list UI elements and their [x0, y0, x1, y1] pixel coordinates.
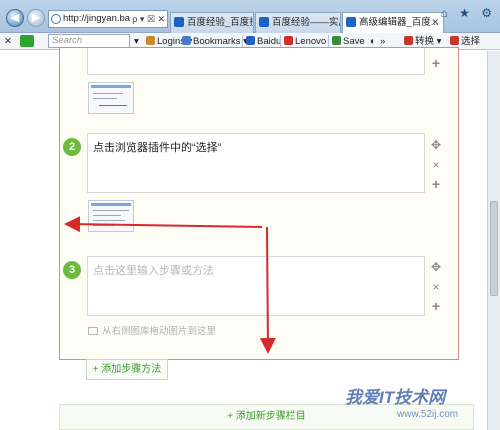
- baidu-paw-icon: [246, 36, 255, 45]
- thumb-header: [91, 85, 131, 88]
- thumb-header: [91, 203, 131, 206]
- bookmark-icon: [182, 36, 191, 45]
- step-number-badge: 2: [63, 138, 81, 156]
- lenovo-icon: [284, 36, 293, 45]
- add-icon[interactable]: +: [430, 177, 442, 191]
- thumb-line: [93, 225, 115, 226]
- move-icon[interactable]: ✥: [430, 261, 442, 273]
- step-editor-frame: + 2 点击浏览器插件中的“选择” ✥ × + 3 点击这里输入步骤或方法 ✥ …: [59, 47, 459, 360]
- baidu-paw-icon: [346, 17, 356, 27]
- tab-advanced-editor[interactable]: 高级编辑器_百度... ✕: [342, 12, 444, 34]
- toolbar-divider: [280, 35, 281, 47]
- add-step-method-button[interactable]: + 添加步骤方法: [86, 359, 168, 380]
- back-arrow-icon[interactable]: ◀: [6, 9, 24, 27]
- toolbar-divider: [328, 35, 329, 47]
- tab-baidu-search[interactable]: 百度经验_百度搜索: [170, 12, 254, 33]
- translate-label: 转换 ▾: [415, 36, 442, 47]
- forward-arrow-icon[interactable]: ▶: [27, 9, 45, 27]
- toolbar-logo-icon[interactable]: [20, 35, 34, 47]
- step-2-image-thumbnail[interactable]: [88, 200, 134, 232]
- tab-baidu-jingyan[interactable]: 百度经验——实用生...: [255, 12, 341, 33]
- image-icon: [88, 327, 98, 335]
- step-2-text: 点击浏览器插件中的“选择”: [93, 142, 222, 154]
- tab-label: 高级编辑器_百度...: [359, 17, 439, 28]
- step-2-textbox[interactable]: 点击浏览器插件中的“选择”: [87, 133, 425, 193]
- image-drop-hint-text: 从右侧图库拖动图片到这里: [102, 326, 217, 337]
- close-icon[interactable]: ✕: [4, 35, 12, 48]
- watermark-url: www.52ij.com: [397, 409, 459, 420]
- page-content: + 2 点击浏览器插件中的“选择” ✥ × + 3 点击这里输入步骤或方法 ✥ …: [0, 47, 487, 430]
- thumb-line: [93, 98, 117, 99]
- site-watermark: 我爱IT技术网 www.52ij.com: [345, 383, 485, 429]
- lenovo-label: Lenovo: [295, 36, 327, 47]
- baidu-paw-icon: [174, 17, 184, 27]
- bookmarks-label: Bookmarks ▾: [193, 36, 248, 47]
- step-number-badge: 3: [63, 261, 81, 279]
- step-3-placeholder: 点击这里输入步骤或方法: [93, 265, 214, 277]
- baidu-label: Baidu: [257, 36, 282, 47]
- browser-titlebar: ◀ ▶ http://jingyan.baidu... ρ ▾ ☒ ✕ 百度经验…: [0, 0, 500, 34]
- add-icon[interactable]: +: [430, 56, 442, 70]
- delete-icon[interactable]: ×: [430, 281, 442, 293]
- tab-label: 百度经验——实用生...: [272, 17, 340, 28]
- delete-icon[interactable]: ×: [430, 159, 442, 171]
- select-icon: [450, 36, 459, 45]
- add-icon[interactable]: +: [430, 299, 442, 313]
- key-icon: [146, 36, 155, 45]
- address-tools[interactable]: ρ ▾ ☒ ✕: [130, 11, 165, 27]
- step-3-textbox[interactable]: 点击这里输入步骤或方法: [87, 256, 425, 316]
- close-icon[interactable]: ✕: [431, 13, 439, 32]
- step-1-image-thumbnail[interactable]: [88, 82, 134, 114]
- thumb-line: [93, 93, 123, 94]
- thumb-line: [93, 210, 129, 211]
- scrollbar-thumb[interactable]: [490, 201, 498, 296]
- thumb-line: [93, 215, 121, 216]
- address-bar[interactable]: http://jingyan.baidu... ρ ▾ ☒ ✕: [48, 10, 168, 28]
- step-1-textbox[interactable]: [87, 48, 425, 75]
- save-label: Save: [343, 36, 365, 47]
- image-drop-hint: 从右侧图库拖动图片到这里: [88, 323, 216, 337]
- thumb-line: [99, 105, 127, 106]
- toolbar-divider: [242, 35, 243, 47]
- move-icon[interactable]: ✥: [430, 139, 442, 151]
- baidu-paw-icon: [259, 17, 269, 27]
- watermark-title: 我爱IT技术网: [345, 388, 446, 407]
- vertical-scrollbar[interactable]: [487, 51, 500, 430]
- select-label: 选择: [461, 36, 481, 47]
- save-icon: [332, 36, 341, 45]
- translate-icon: [404, 36, 413, 45]
- thumb-line: [93, 220, 125, 221]
- search-input[interactable]: Search: [48, 34, 130, 48]
- tab-label: 百度经验_百度搜索: [187, 17, 253, 28]
- globe-icon: [51, 14, 61, 24]
- home-star-gear-icons[interactable]: ⌂ ★ ⚙: [441, 6, 496, 20]
